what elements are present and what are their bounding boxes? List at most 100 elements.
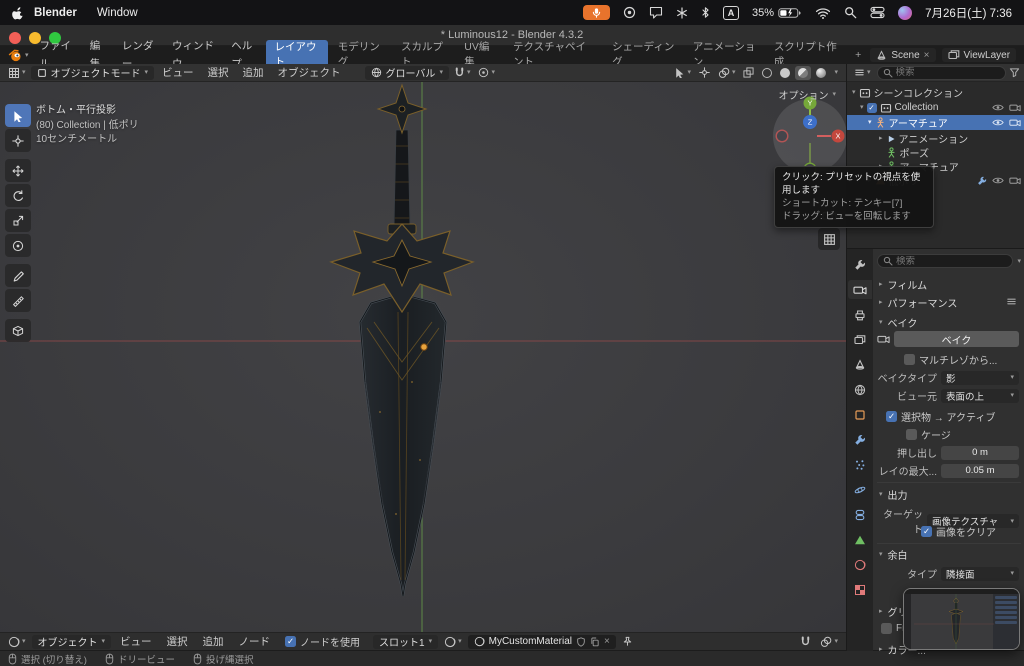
move-tool[interactable]	[5, 159, 31, 182]
section-bake[interactable]: ▾ ベイク	[879, 315, 917, 330]
cursor-tool[interactable]	[5, 129, 31, 152]
outliner-editor-type-selector[interactable]: ▾	[851, 67, 874, 78]
viewport-menu-select[interactable]: 選択	[202, 65, 235, 80]
section-film[interactable]: ▸ フィルム	[879, 277, 927, 292]
scale-tool[interactable]	[5, 209, 31, 232]
apple-logo-icon[interactable]	[12, 6, 24, 20]
filter-dropdown-icon[interactable]: ▾	[1017, 258, 1021, 265]
outliner-row-scene-collection[interactable]: ▾ シーンコレクション	[847, 85, 1024, 100]
unlink-material-icon[interactable]: ×	[604, 636, 610, 647]
constraints-properties-tab[interactable]	[848, 505, 872, 524]
battery-indicator[interactable]: 35%	[752, 7, 802, 19]
shader-menu-add[interactable]: 追加	[197, 634, 230, 649]
data-properties-tab[interactable]	[848, 530, 872, 549]
filter-icon[interactable]	[1009, 67, 1020, 78]
hide-in-viewport-icon[interactable]	[992, 176, 1004, 185]
scene-properties-tab[interactable]	[848, 355, 872, 374]
snap-node-toggle[interactable]	[797, 636, 814, 647]
status-chat-icon[interactable]	[649, 6, 663, 19]
hide-in-viewport-icon[interactable]	[992, 118, 1004, 127]
shader-menu-view[interactable]: ビュー	[114, 634, 158, 649]
shading-material-button[interactable]	[795, 65, 812, 80]
selected-to-active-checkbox[interactable]	[886, 411, 897, 422]
extrusion-field[interactable]: 0 m	[941, 445, 1019, 460]
macos-app-menu[interactable]: Blender	[24, 7, 87, 19]
render-properties-tab[interactable]	[848, 280, 872, 299]
bake-type-dropdown[interactable]: 影 ▾	[941, 370, 1019, 385]
disable-in-render-icon[interactable]	[1009, 103, 1021, 112]
duplicate-material-icon[interactable]	[590, 637, 600, 647]
control-center-icon[interactable]	[870, 6, 885, 19]
shading-rendered-button[interactable]	[813, 66, 829, 80]
wifi-icon[interactable]	[815, 7, 831, 19]
shader-menu-select[interactable]: 選択	[161, 634, 194, 649]
overlays-toggle[interactable]: ▾	[715, 67, 739, 79]
outliner-row-armature[interactable]: ▾ アーマチュア	[847, 115, 1024, 130]
margin-type-dropdown[interactable]: 隣接面 ▾	[941, 566, 1019, 581]
outliner-row-pose[interactable]: ▸ ポーズ	[847, 145, 1024, 160]
particles-properties-tab[interactable]	[848, 455, 872, 474]
shader-menu-node[interactable]: ノード	[233, 634, 277, 649]
overlay-node-toggle[interactable]: ▾	[817, 636, 841, 648]
transform-orientation-selector[interactable]: グローバル ▾	[364, 65, 449, 80]
gizmos-toggle[interactable]	[696, 67, 713, 78]
viewport-menu-view[interactable]: ビュー	[156, 65, 200, 80]
multires-checkbox[interactable]	[904, 354, 915, 365]
properties-search-field[interactable]	[877, 254, 1014, 268]
object-origin[interactable]	[420, 343, 428, 351]
section-output[interactable]: ▾ 出力	[879, 487, 908, 502]
outliner-row-collection[interactable]: ▾ Collection	[847, 100, 1024, 115]
unlink-scene-icon[interactable]: ×	[924, 50, 930, 61]
blender-logo-icon[interactable]: ▾	[4, 48, 33, 63]
performance-presets-icon[interactable]	[1006, 296, 1017, 307]
section-margin[interactable]: ▾ 余白	[879, 547, 908, 562]
viewport-menu-object[interactable]: オブジェクト	[272, 65, 347, 80]
fake-user-shield-icon[interactable]	[576, 637, 586, 647]
ray-distance-field[interactable]: 0.05 m	[941, 463, 1019, 478]
snap-toggle[interactable]: ▾	[451, 67, 474, 78]
3d-viewport[interactable]: X Y Z ボトム・平行投影 (80) Collection | 低ポリ 10セ…	[0, 82, 846, 632]
collection-enable-checkbox[interactable]	[866, 102, 877, 113]
physics-properties-tab[interactable]	[848, 480, 872, 499]
outliner-search-input[interactable]	[895, 67, 1000, 78]
section-performance[interactable]: ▸ パフォーマンス	[879, 295, 957, 310]
status-record-icon[interactable]	[623, 6, 636, 19]
bluetooth-icon[interactable]	[701, 6, 710, 19]
select-box-tool[interactable]	[5, 104, 31, 127]
proportional-editing-toggle[interactable]: ▾	[475, 67, 498, 78]
use-nodes-checkbox[interactable]	[285, 636, 297, 647]
material-name-field[interactable]: MyCustomMaterial ×	[467, 634, 616, 649]
navigation-gizmo[interactable]: X Y Z	[773, 96, 846, 176]
shading-dropdown-icon[interactable]: ▾	[834, 69, 838, 76]
shader-type-dropdown[interactable]: オブジェクト ▾	[31, 634, 112, 649]
toggle-grid-icon[interactable]	[818, 228, 840, 250]
spotlight-icon[interactable]	[844, 6, 857, 19]
world-properties-tab[interactable]	[848, 380, 872, 399]
viewlayer-selector[interactable]: ViewLayer	[941, 48, 1017, 62]
tool-options-dropdown[interactable]: オプション ▾	[778, 87, 836, 102]
siri-icon[interactable]	[898, 5, 913, 20]
texture-properties-tab[interactable]	[848, 580, 872, 599]
disable-in-render-icon[interactable]	[1009, 118, 1021, 127]
viewlayer-properties-tab[interactable]	[848, 330, 872, 349]
material-browse-icon[interactable]: ▾	[441, 636, 465, 648]
tool-properties-tab[interactable]	[848, 255, 872, 274]
material-properties-tab[interactable]	[848, 555, 872, 574]
macos-window-menu[interactable]: Window	[87, 7, 148, 19]
modifier-properties-tab[interactable]	[848, 430, 872, 449]
shading-wireframe-button[interactable]	[759, 66, 775, 80]
object-properties-tab[interactable]	[848, 405, 872, 424]
disable-in-render-icon[interactable]	[1009, 176, 1021, 185]
editor-type-selector[interactable]: ▾	[5, 67, 29, 79]
freestyle-checkbox[interactable]	[881, 623, 892, 634]
measure-tool[interactable]	[5, 289, 31, 312]
add-workspace-button[interactable]: +	[847, 48, 869, 63]
shader-editor-type-selector[interactable]: ▾	[5, 636, 29, 648]
mode-selector[interactable]: オブジェクトモード ▾	[30, 65, 155, 80]
screen-preview-thumbnail[interactable]	[903, 588, 1020, 650]
transform-tool[interactable]	[5, 234, 31, 257]
shading-solid-button[interactable]	[777, 66, 793, 80]
output-properties-tab[interactable]	[848, 305, 872, 324]
annotate-tool[interactable]	[5, 264, 31, 287]
properties-search-input[interactable]	[896, 255, 1008, 267]
